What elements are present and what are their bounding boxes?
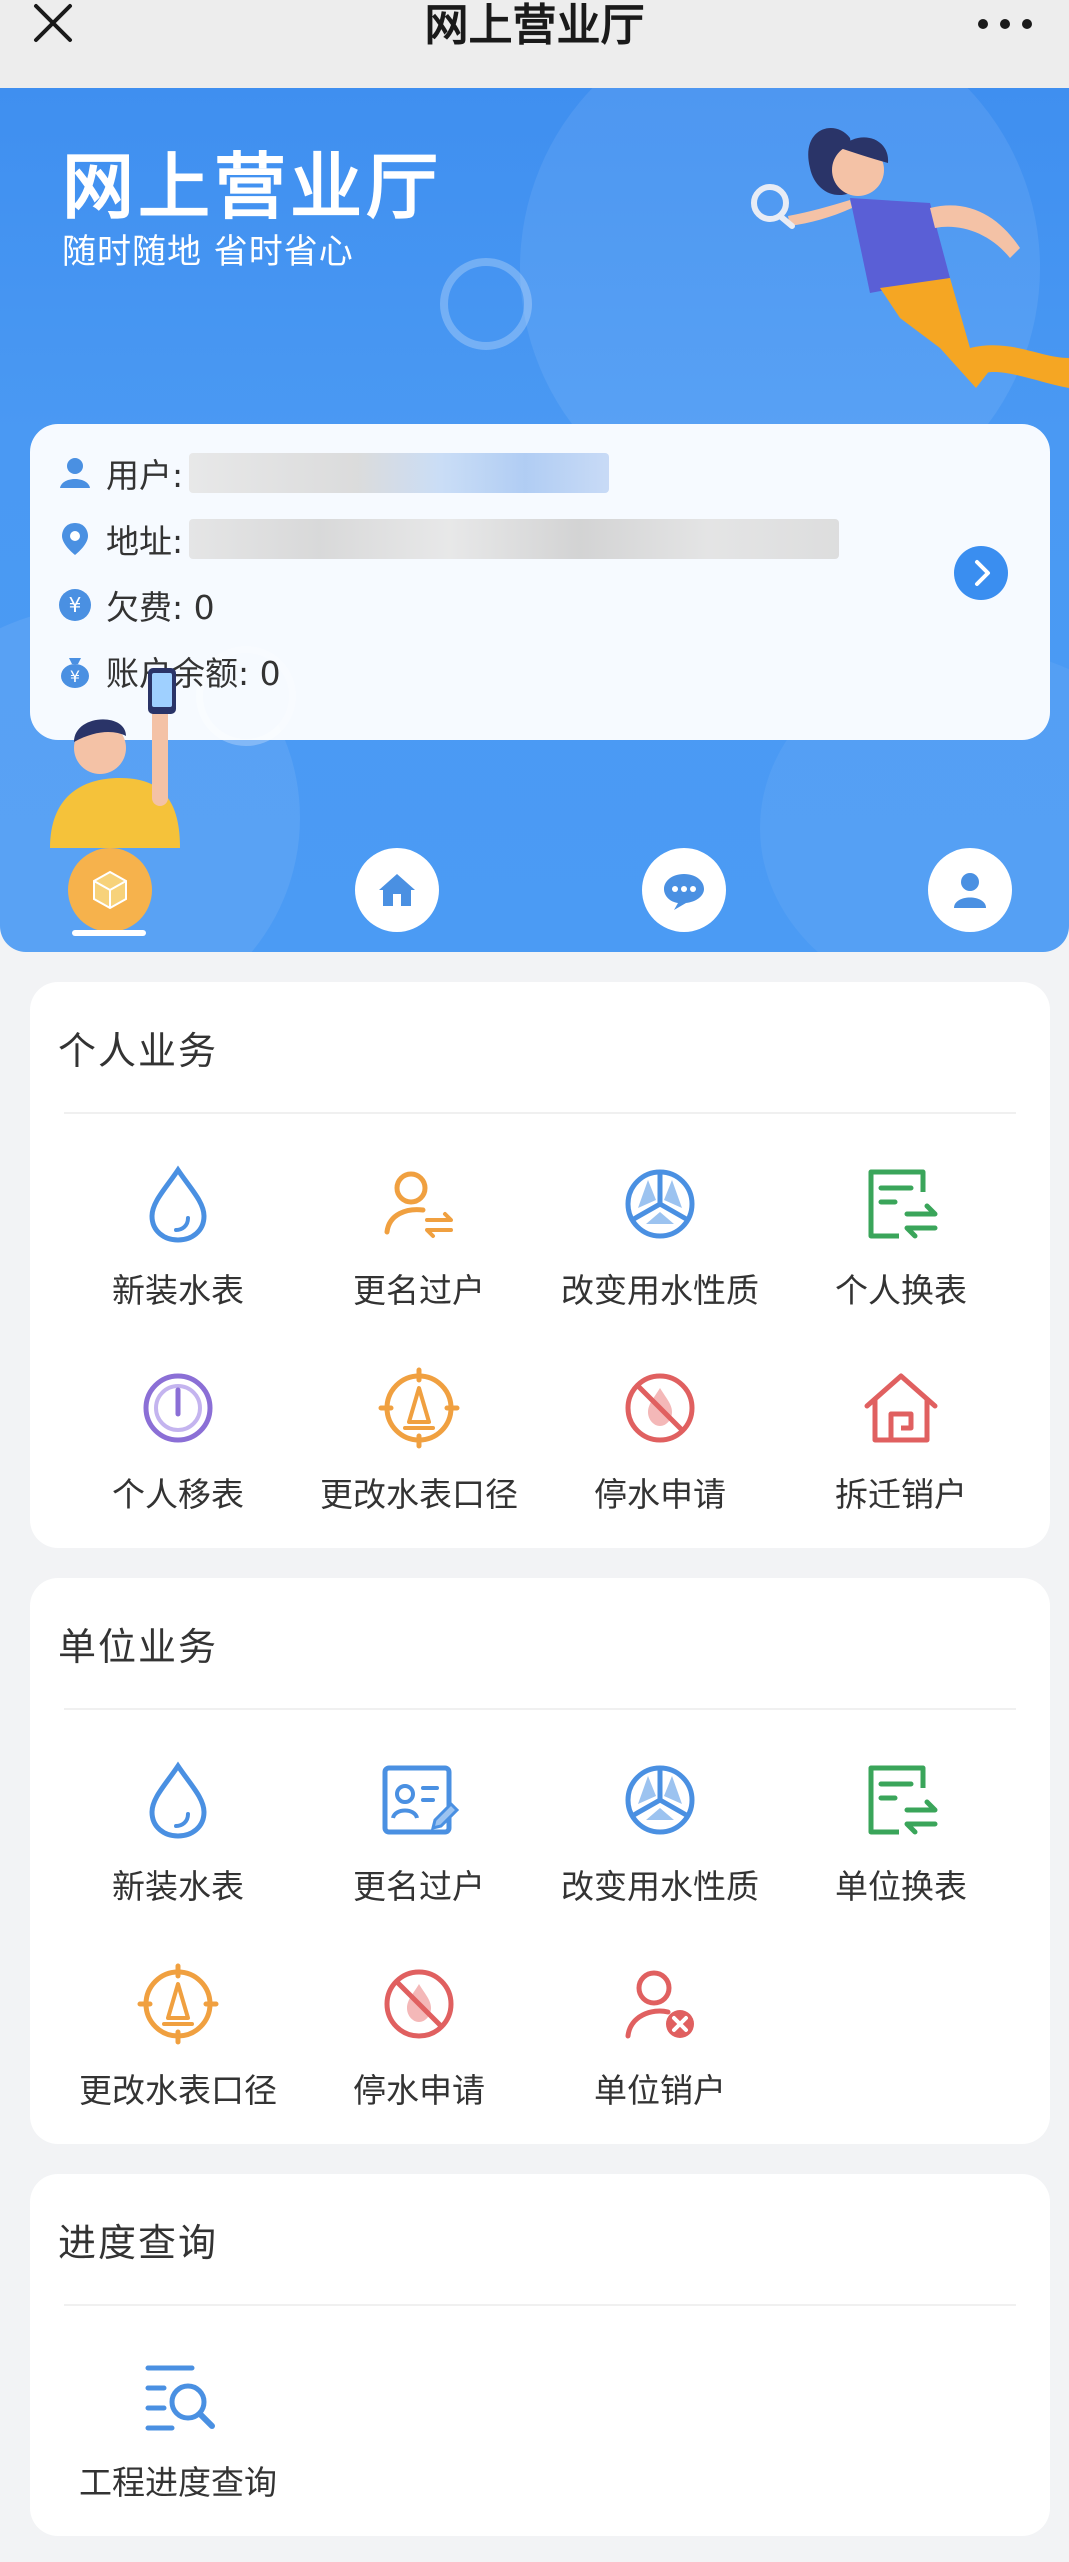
service-label: 更名过户 xyxy=(353,1867,485,1906)
service-project-progress-query[interactable]: 工程进度查询 xyxy=(58,2354,298,2504)
yen-icon: ¥ xyxy=(59,589,91,621)
user-row: 用户: xyxy=(56,448,610,498)
service-change-meter-caliber[interactable]: 更改水表口径 xyxy=(58,1962,298,2112)
meter-swap-icon xyxy=(868,1765,938,1835)
section-title: 单位业务 xyxy=(58,1625,219,1669)
service-water-stop-request[interactable]: 停水申请 xyxy=(540,1366,780,1516)
tab-label: 个人中心 xyxy=(870,942,1069,952)
service-change-meter-caliber[interactable]: 更改水表口径 xyxy=(299,1366,539,1516)
gauge-icon xyxy=(143,1373,213,1443)
tab-service-hall[interactable]: 服务大厅 xyxy=(297,848,497,952)
user-label: 用户: xyxy=(106,456,184,495)
section-title: 个人业务 xyxy=(58,1029,219,1073)
water-drop-icon xyxy=(149,1165,207,1243)
service-label: 更改水表口径 xyxy=(79,2071,277,2110)
pie-nature-icon xyxy=(625,1169,695,1239)
pie-nature-icon xyxy=(625,1765,695,1835)
svg-text:¥: ¥ xyxy=(69,593,82,617)
service-label: 停水申请 xyxy=(594,1475,726,1514)
service-personal-meter-swap[interactable]: 个人换表 xyxy=(781,1162,1021,1312)
arrears-label: 欠费: 0 xyxy=(106,588,215,627)
home-icon xyxy=(355,848,439,932)
tab-personal-center[interactable]: 个人中心 xyxy=(870,848,1069,952)
person-icon xyxy=(928,848,1012,932)
service-change-water-nature[interactable]: 改变用水性质 xyxy=(540,1758,780,1908)
service-new-meter[interactable]: 新装水表 xyxy=(58,1162,298,1312)
service-label: 单位换表 xyxy=(835,1867,967,1906)
service-unit-cancel[interactable]: 单位销户 xyxy=(540,1962,780,2112)
more-icon[interactable] xyxy=(975,12,1035,36)
location-pin-icon xyxy=(62,523,88,555)
service-label: 更改水表口径 xyxy=(320,1475,518,1514)
unit-business-card: 单位业务 新装水表 更名过户 改变用水性质 单位换表 更改水表口径 停水申请 单… xyxy=(30,1578,1050,2144)
service-demolition-cancel[interactable]: 拆迁销户 xyxy=(781,1366,1021,1516)
running-woman-illustration xyxy=(751,128,1069,388)
progress-query-card: 进度查询 工程进度查询 xyxy=(30,2174,1050,2536)
section-title: 进度查询 xyxy=(58,2221,219,2265)
chevron-right-icon xyxy=(975,560,990,586)
service-personal-meter-move[interactable]: 个人移表 xyxy=(58,1366,298,1516)
hero-title: 网上营业厅 xyxy=(62,145,443,229)
service-label: 个人换表 xyxy=(835,1271,967,1310)
cube-icon xyxy=(68,848,152,932)
address-redacted xyxy=(189,519,840,559)
id-card-edit-icon xyxy=(382,1765,460,1835)
no-water-icon xyxy=(625,1373,695,1443)
no-water-icon xyxy=(384,1969,454,2039)
service-label: 拆迁销户 xyxy=(835,1475,967,1514)
tab-business[interactable]: 业务办理 xyxy=(10,848,210,952)
service-label: 停水申请 xyxy=(353,2071,485,2110)
hero-subtitle: 随时随地 省时省心 xyxy=(62,232,354,272)
meter-swap-icon xyxy=(868,1169,938,1239)
search-list-icon xyxy=(145,2365,215,2431)
compass-dial-icon xyxy=(137,1963,219,2045)
service-water-stop-request[interactable]: 停水申请 xyxy=(299,1962,539,2112)
service-unit-meter-swap[interactable]: 单位换表 xyxy=(781,1758,1021,1908)
man-with-phone-illustration xyxy=(50,668,180,848)
service-label: 单位销户 xyxy=(594,2071,726,2110)
compass-dial-icon xyxy=(378,1367,460,1449)
page-title: 网上营业厅 xyxy=(424,0,645,51)
service-label: 新装水表 xyxy=(112,1271,244,1310)
service-change-water-nature[interactable]: 改变用水性质 xyxy=(540,1162,780,1312)
service-label: 新装水表 xyxy=(112,1867,244,1906)
hero-banner: 网上营业厅 随时随地 省时省心 用户: 地址: ¥ 欠费: 0 ¥ 账户余额: … xyxy=(0,88,1069,952)
divider xyxy=(64,2304,1016,2306)
address-label: 地址: xyxy=(106,522,184,561)
house-icon xyxy=(864,1373,938,1443)
chat-bubble-icon xyxy=(642,848,726,932)
divider xyxy=(64,1112,1016,1114)
tab-label: 服务大厅 xyxy=(297,942,497,952)
service-label: 改变用水性质 xyxy=(561,1271,759,1310)
tab-label: 信息公告 xyxy=(584,942,784,952)
service-label: 更名过户 xyxy=(353,1271,485,1310)
service-rename-transfer[interactable]: 更名过户 xyxy=(299,1758,539,1908)
divider xyxy=(64,1708,1016,1710)
personal-business-card: 个人业务 新装水表 更名过户 改变用水性质 个人换表 个人移表 更改水表口径 停… xyxy=(30,982,1050,1548)
service-label: 个人移表 xyxy=(112,1475,244,1514)
service-new-meter[interactable]: 新装水表 xyxy=(58,1758,298,1908)
user-icon xyxy=(60,458,90,488)
user-name-redacted xyxy=(189,453,610,493)
service-label: 工程进度查询 xyxy=(79,2463,277,2502)
top-nav-bar: 网上营业厅 xyxy=(0,0,1069,88)
water-drop-icon xyxy=(149,1761,207,1839)
address-row: 地址: xyxy=(56,514,840,564)
tab-label: 业务办理 xyxy=(10,942,210,952)
user-remove-icon xyxy=(625,1970,694,2039)
active-tab-indicator xyxy=(72,930,146,936)
user-transfer-icon xyxy=(384,1171,453,1238)
service-label: 改变用水性质 xyxy=(561,1867,759,1906)
arrears-row: ¥ 欠费: 0 xyxy=(56,580,215,630)
tab-announcements[interactable]: 信息公告 xyxy=(584,848,784,952)
account-detail-button[interactable] xyxy=(954,546,1008,600)
service-rename-transfer[interactable]: 更名过户 xyxy=(299,1162,539,1312)
